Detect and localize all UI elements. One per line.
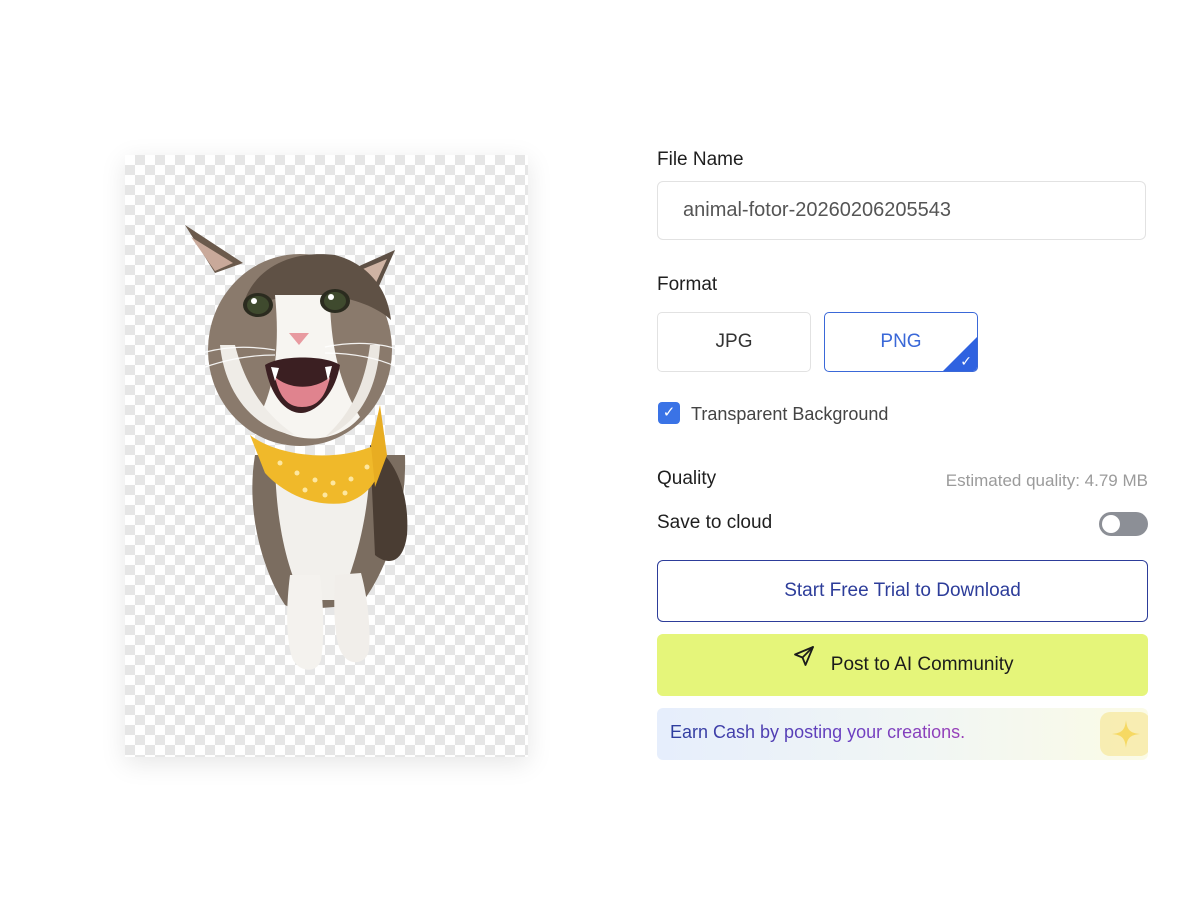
transparent-background-label[interactable]: Transparent Background	[691, 404, 888, 425]
post-to-community-button[interactable]: Post to AI Community	[657, 634, 1148, 696]
image-preview	[125, 155, 528, 757]
earn-cash-banner[interactable]: Earn Cash by posting your creations.	[657, 708, 1148, 760]
earn-cash-text: Earn Cash by posting your creations.	[670, 722, 966, 742]
format-jpg-button[interactable]: JPG	[657, 312, 811, 372]
format-png-button[interactable]: PNG ✓	[824, 312, 978, 372]
save-to-cloud-label: Save to cloud	[657, 512, 773, 533]
format-jpg-label: JPG	[715, 331, 753, 352]
toggle-knob	[1102, 515, 1120, 533]
selected-check-icon: ✓	[960, 353, 972, 369]
file-name-label: File Name	[657, 149, 744, 170]
post-button-label: Post to AI Community	[830, 654, 1014, 675]
save-to-cloud-toggle[interactable]	[1099, 512, 1148, 536]
start-free-trial-button[interactable]: Start Free Trial to Download	[657, 560, 1148, 622]
transparent-background-checkbox[interactable]: ✓	[658, 402, 680, 424]
format-png-label: PNG	[880, 331, 922, 352]
send-icon	[792, 632, 816, 694]
file-name-input[interactable]: animal-fotor-20260206205543	[657, 181, 1146, 240]
quality-label: Quality	[657, 468, 717, 489]
quality-estimate: Estimated quality: 4.79 MB	[945, 471, 1148, 490]
format-label: Format	[657, 274, 718, 295]
cat-image	[185, 225, 408, 670]
sparkle-icon	[1096, 712, 1148, 756]
